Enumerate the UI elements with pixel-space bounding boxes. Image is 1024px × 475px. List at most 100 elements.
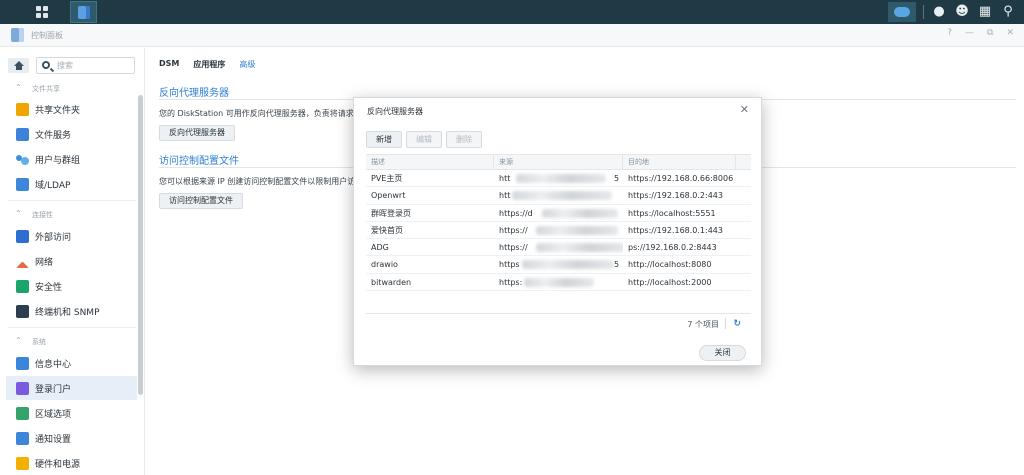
source-text: https://d — [499, 208, 533, 218]
search-icon — [42, 61, 50, 69]
sidebar-item-notification[interactable]: 通知设置 — [6, 426, 137, 450]
sidebar-item-users[interactable]: 用户与群组 — [6, 147, 137, 171]
table-row[interactable]: ADG https:// ps://192.168.0.2:8443 — [366, 239, 751, 257]
tab-advanced[interactable]: 高级 — [239, 59, 255, 70]
home-icon[interactable] — [8, 58, 29, 73]
redaction-blur — [522, 260, 614, 270]
sidebar-item-shared-folder[interactable]: 共享文件夹 — [6, 97, 137, 121]
divider — [725, 318, 726, 329]
divider — [366, 313, 751, 314]
search-box[interactable] — [36, 57, 135, 74]
control-panel-icon — [11, 28, 24, 42]
proxy-rules-table: 描述 来源 目的地 PVE主页 htt 5 https://192.168.0.6… — [366, 154, 751, 314]
add-button[interactable]: 新增 — [366, 131, 402, 148]
notification-icon — [16, 431, 29, 445]
cell-source: https://d — [494, 205, 623, 221]
table-row[interactable]: 群晖登录页 https://d https://localhost:5551 — [366, 205, 751, 222]
redaction-blur — [536, 243, 623, 253]
table-row[interactable]: 爱快首页 https:// https://192.168.0.1:443 — [366, 222, 751, 240]
cell-description: Openwrt — [371, 191, 406, 201]
chat-icon[interactable]: ● — [931, 4, 947, 20]
redaction-blur — [536, 225, 618, 235]
cell-destination: https://192.168.0.2:443 — [628, 191, 723, 201]
access-control-button[interactable]: 访问控制配置文件 — [159, 193, 243, 209]
sidebar-item-label: 终端机和 SNMP — [35, 307, 100, 318]
tab-dsm[interactable]: DSM — [159, 59, 179, 70]
terminal-icon — [16, 304, 29, 318]
sidebar-item-login-portal[interactable]: 登录门户 — [6, 376, 137, 400]
tab-bar: DSM 应用程序 高级 — [159, 59, 255, 70]
section-connectivity[interactable]: ⌃ 连接性 — [0, 207, 144, 221]
external-access-icon — [16, 229, 29, 243]
sidebar-item-label: 通知设置 — [35, 434, 72, 445]
close-icon[interactable]: ✕ — [740, 103, 749, 116]
table-row[interactable]: PVE主页 htt 5 https://192.168.0.66:8006 — [366, 170, 751, 188]
control-panel-taskbar-icon[interactable] — [70, 1, 97, 23]
search-icon[interactable]: ⚲ — [1000, 4, 1016, 20]
redaction-blur — [524, 277, 594, 287]
column-header-description[interactable]: 描述 — [366, 155, 494, 169]
sidebar-scrollbar[interactable] — [138, 95, 143, 395]
sidebar-item-hardware-power[interactable]: 硬件和电源 — [6, 451, 137, 475]
column-header-source[interactable]: 来源 — [494, 155, 623, 169]
sidebar-item-label: 域/LDAP — [35, 180, 71, 191]
sidebar-item-info-center[interactable]: 信息中心 — [6, 351, 137, 375]
restore-icon[interactable]: ⧉ — [987, 28, 993, 38]
refresh-icon[interactable]: ↻ — [733, 319, 741, 329]
cell-description: 群晖登录页 — [371, 208, 411, 218]
reverse-proxy-button[interactable]: 反向代理服务器 — [159, 125, 235, 141]
cell-source: htt — [494, 187, 623, 203]
taskbar-tray: ● ☻ ▦ ⚲ — [888, 2, 1016, 22]
item-count: 7 个项目 — [687, 320, 719, 329]
sidebar-item-terminal-snmp[interactable]: 终端机和 SNMP — [6, 299, 137, 323]
close-icon[interactable]: ✕ — [1006, 28, 1014, 38]
section-file-sharing[interactable]: ⌃ 文件共享 — [0, 81, 144, 95]
cell-description: PVE主页 — [371, 174, 403, 183]
cell-destination: https://192.168.0.1:443 — [628, 225, 723, 235]
sidebar-item-ldap[interactable]: 域/LDAP — [6, 172, 137, 196]
sidebar-item-external-access[interactable]: 外部访问 — [6, 224, 137, 248]
table-row[interactable]: Openwrt htt https://192.168.0.2:443 — [366, 187, 751, 205]
source-text: https — [499, 260, 520, 270]
search-input[interactable] — [57, 59, 131, 72]
delete-button[interactable]: 删除 — [446, 131, 482, 148]
user-icon[interactable]: ☻ — [954, 4, 970, 20]
source-text: https: — [499, 277, 523, 287]
cell-destination: ps://192.168.0.2:8443 — [628, 243, 717, 253]
tab-applications[interactable]: 应用程序 — [193, 59, 225, 70]
chevron-up-icon: ⌃ — [15, 83, 22, 92]
file-services-icon — [16, 127, 29, 141]
sidebar-item-label: 用户与群组 — [35, 155, 81, 166]
dialog-title: 反向代理服务器 — [367, 107, 423, 116]
help-icon[interactable]: ? — [947, 28, 952, 38]
cell-description: bitwarden — [371, 277, 412, 287]
widgets-icon[interactable]: ▦ — [977, 4, 993, 20]
cell-source: https:// — [494, 239, 623, 255]
redaction-blur — [516, 174, 606, 183]
sidebar: ⌃ 文件共享 共享文件夹 文件服务 用户与群组 域/LDAP ⌃ 连接性 外部访… — [0, 48, 145, 475]
close-button[interactable]: 关闭 — [699, 345, 746, 361]
column-header-destination[interactable]: 目的地 — [623, 155, 736, 169]
table-row[interactable]: drawio https 5 http://localhost:8080 — [366, 256, 751, 274]
section-label: 系统 — [32, 338, 46, 346]
divider — [8, 327, 136, 328]
chevron-up-icon: ⌃ — [15, 209, 22, 218]
cell-destination: https://192.168.0.66:8006 — [628, 174, 734, 183]
tray-divider — [923, 5, 924, 19]
cloud-sync-icon[interactable] — [888, 2, 916, 22]
table-row[interactable]: bitwarden https: http://localhost:2000 — [366, 274, 751, 292]
sidebar-item-label: 安全性 — [35, 282, 63, 293]
cell-source: https 5 — [494, 256, 623, 272]
minimize-icon[interactable]: — — [965, 28, 974, 38]
sidebar-item-security[interactable]: 安全性 — [6, 274, 137, 298]
chevron-up-icon: ⌃ — [15, 336, 22, 345]
sidebar-item-file-services[interactable]: 文件服务 — [6, 122, 137, 146]
sidebar-item-label: 信息中心 — [35, 359, 72, 370]
cell-source: htt 5 — [494, 170, 623, 186]
edit-button[interactable]: 编辑 — [406, 131, 442, 148]
main-menu-grid-icon[interactable] — [30, 3, 54, 21]
sidebar-item-regional[interactable]: 区域选项 — [6, 401, 137, 425]
sidebar-item-network[interactable]: 网络 — [6, 249, 137, 273]
section-system[interactable]: ⌃ 系统 — [0, 334, 144, 348]
ldap-icon — [16, 177, 29, 191]
